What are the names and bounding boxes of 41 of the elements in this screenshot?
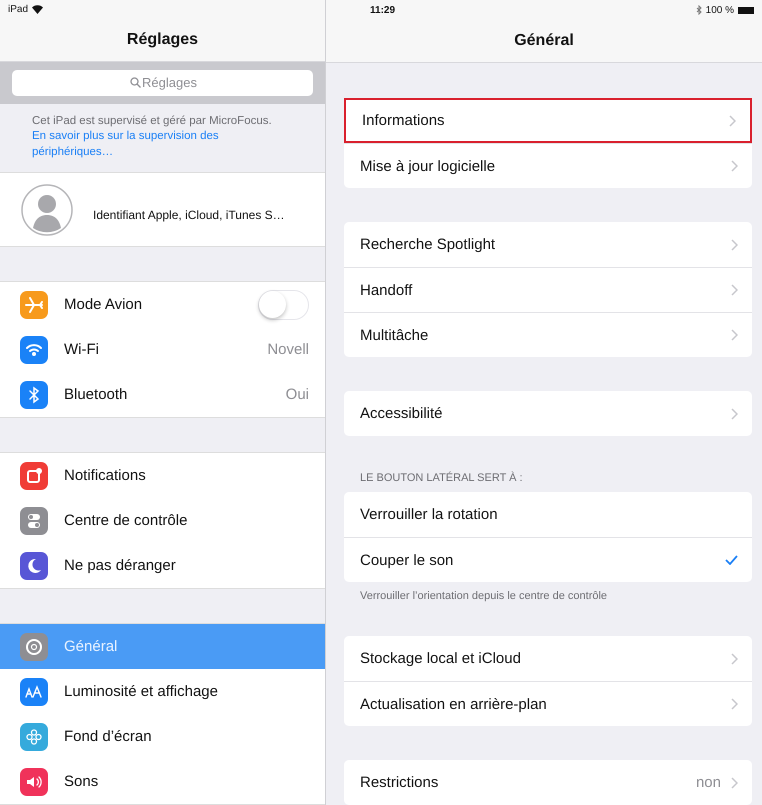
setting-value: Oui (286, 386, 309, 403)
settings-row[interactable]: Actualisation en arrière-plan (344, 681, 752, 726)
settings-row[interactable]: Handoff (344, 267, 752, 312)
bluetooth-icon (696, 5, 702, 16)
clock: 11:29 (370, 4, 396, 16)
settings-row[interactable]: Multitâche (344, 312, 752, 357)
supervision-notice: Cet iPad est supervisé et géré par MicroFocus. (32, 114, 273, 129)
battery-percent: 100 % (706, 4, 734, 16)
chevron-icon (729, 114, 736, 126)
settings-row[interactable]: Couper le son (344, 537, 752, 582)
sidebar-title: Réglages (126, 31, 198, 50)
search-icon (130, 77, 141, 88)
chevron-icon (731, 698, 738, 710)
chevron-icon (731, 238, 738, 250)
section-footer: Verrouiller l’orientation depuis le centre de contrôle (344, 582, 752, 602)
setting-value: non (696, 774, 721, 791)
checkmark-icon (725, 555, 738, 565)
settings-row[interactable]: Restrictions non (344, 760, 752, 805)
settings-row[interactable]: Mise à jour logicielle (344, 143, 752, 188)
page-title: Général (514, 32, 574, 50)
battery-icon (738, 6, 754, 14)
account-label: Identifiant Apple, iCloud, iTunes S… (93, 208, 285, 222)
toggle-switch[interactable] (258, 290, 309, 320)
chevron-icon (731, 408, 738, 420)
wifi-signal-icon (32, 5, 44, 14)
setting-value: Novell (267, 341, 309, 358)
chevron-icon (731, 776, 738, 788)
chevron-icon (731, 284, 738, 296)
chevron-icon (731, 329, 738, 341)
device-name: iPad (8, 4, 28, 16)
chevron-icon (731, 160, 738, 172)
account-row[interactable]: Identifiant Apple, iCloud, iTunes S… (0, 172, 325, 247)
settings-row[interactable]: Informations (344, 98, 752, 143)
avatar-silhouette-icon (21, 184, 73, 236)
settings-row[interactable]: Accessibilité (344, 391, 752, 436)
settings-row[interactable]: Verrouiller la rotation (344, 492, 752, 537)
section-header: LE BOUTON LATÉRAL SERT À : (359, 472, 524, 486)
search-field[interactable]: Réglages (12, 70, 313, 96)
settings-row[interactable]: Recherche Spotlight (344, 222, 752, 267)
settings-row[interactable]: Stockage local et iCloud (344, 636, 752, 681)
chevron-icon (731, 652, 738, 664)
